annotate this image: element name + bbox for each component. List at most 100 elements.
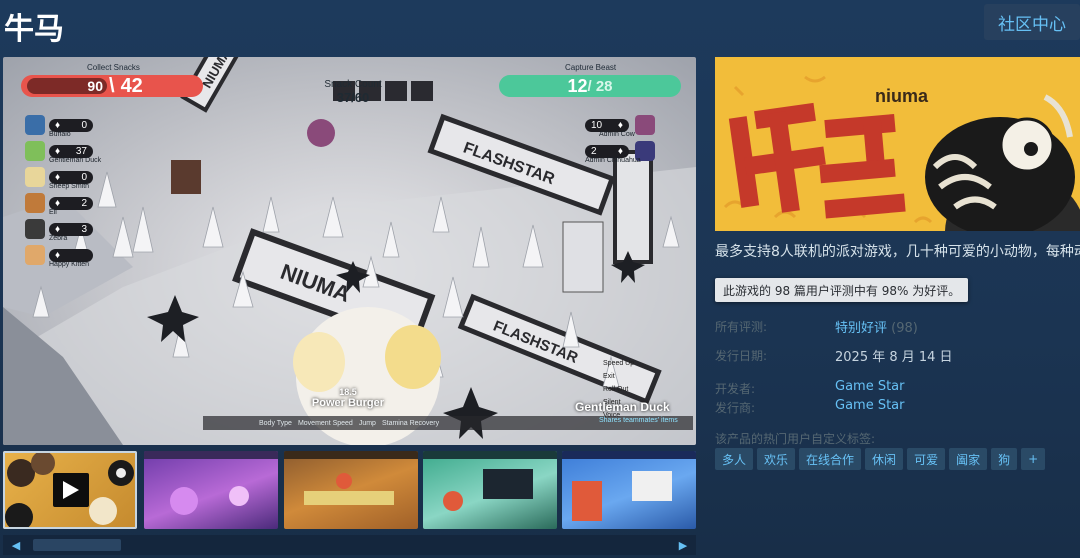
stat-jump: Jump [358,419,376,427]
thumbnail-strip [3,451,696,531]
player-icon: ♦ [55,197,61,209]
tag-dog[interactable]: 狗 [991,448,1018,470]
publisher-label: 发行商: [715,401,756,415]
review-tooltip: 此游戏的 98 篇用户评测中有 98% 为好评。 [715,278,969,302]
thumbnail-screenshot-2[interactable] [284,451,418,529]
scroll-right-arrow-icon[interactable]: ▶ [670,535,696,555]
tag-family[interactable]: 阖家 [949,448,988,470]
enemy-name: Admin Cow [599,130,635,138]
capsule-logo-text: niuma [875,86,929,106]
player-icon: ♦ [55,145,61,157]
thumb-2-art [284,451,418,505]
player-score: 37 [75,145,87,157]
enemy-list: 10 ♦ Admin Cow 2 ♦ Admin Chihuahua [585,112,659,164]
tag-casual[interactable]: 休闲 [865,448,904,470]
player-name: Eli [49,208,57,216]
reviews-summary: 特别好评 (98) [835,317,918,336]
enemy-score: 10 [591,119,603,131]
enemy-score: 2 [591,145,597,157]
character-caption: Gentleman Duck [575,400,670,414]
enemy-icon: ♦ [617,145,623,157]
player-score: 3 [81,223,87,235]
player-list: ♦ 0 Buffalo ♦ 37 Gentleman Duck ♦ 0 Sheep S… [25,112,101,268]
community-hub-button[interactable]: 社区中心 [984,4,1080,40]
publisher-link[interactable]: Game Star [835,398,905,413]
player-icon: ♦ [55,119,61,131]
hud-left-label: Collect Snacks [87,63,140,72]
thumbnail-screenshot-1[interactable] [144,451,278,529]
developer-link[interactable]: Game Star [835,379,905,394]
power-name: Power Burger [311,397,385,409]
scroll-left-arrow-icon[interactable]: ◀ [3,535,29,555]
enemy-name: Admin Chihuahua [585,156,641,164]
hud-left-small: 90 [27,78,107,94]
enemy-row: 2 ♦ Admin Chihuahua [585,138,659,164]
player-name: Buffalo [49,130,71,138]
thumbnail-video[interactable] [3,451,137,529]
main-screenshot[interactable]: NIUMA FLASHSTAR FLASHSTAR NIUMA Collect … [3,57,696,445]
reviews-label: 所有评测: [715,320,768,334]
player-icon: ♦ [55,171,61,183]
menu-roll-out: Roll Out [603,386,629,393]
thumbnail-screenshot-3[interactable] [423,451,557,529]
add-tag-button[interactable]: + [1021,448,1046,470]
hud-left-big: 42 [120,74,143,97]
tags-label: 该产品的热门用户自定义标签: [715,432,876,446]
snack-count: Snack Count 37/60 [317,79,389,105]
thumb-4-art [562,451,696,521]
player-avatar [25,167,45,187]
player-avatar [25,141,45,161]
hud-score-right: 12 / 28 [499,75,681,97]
thumbnail-scrollbar[interactable]: ◀ ▶ [3,535,696,555]
menu-speed-up: Speed Up [603,360,635,367]
developer-label: 开发者: [715,382,756,396]
player-row: ♦ 0 Sheep Smith [25,164,93,190]
enemy-row: 10 ♦ Admin Cow [585,112,659,138]
game-title: 牛马 [4,12,64,47]
game-description: 最多支持8人联机的派对游戏，几十种可爱的小动物，每种动物都有不同特性，可展开激烈… [715,244,1080,260]
player-icon: ♦ [55,249,61,261]
header-capsule-image: niuma [715,57,1080,231]
hud-right-total: / 28 [587,77,613,95]
tag-online-coop[interactable]: 在线合作 [799,448,862,470]
player-score: 0 [81,119,87,131]
tag-multiplayer[interactable]: 多人 [715,448,754,470]
scrollbar-thumb[interactable] [33,539,121,551]
power-caption: 18.5 Power Burger [303,387,393,409]
player-name: Zebra [49,234,68,242]
stat-movement-speed: Movement Speed [297,419,353,427]
menu-exit: Exit [603,373,615,380]
snack-count-value: 37/60 [336,90,370,105]
player-row: ♦ 0 Buffalo [25,112,93,138]
tag-list: 多人 欢乐 在线合作 休闲 可爱 阖家 狗 + [715,448,1046,470]
character-ability: Shares teammates' items [599,417,678,424]
release-date-value: 2025 年 8 月 14 日 [835,350,953,365]
player-icon: ♦ [55,223,61,235]
player-row: ♦ 2 Eli [25,190,93,216]
thumb-1-art [144,451,278,515]
power-value: 18.5 [339,387,357,397]
player-name: Happy Kitten [49,260,90,268]
player-score: 2 [81,197,87,209]
player-row: ♦ 37 Gentleman Duck [25,138,101,164]
tag-cute[interactable]: 可爱 [907,448,946,470]
release-date-label: 发行日期: [715,349,768,363]
tag-fun[interactable]: 欢乐 [757,448,796,470]
hud-right-value: 12 [567,75,588,96]
player-avatar [25,219,45,239]
player-name: Gentleman Duck [49,156,102,164]
stat-stamina: Stamina Recovery [381,419,440,427]
hud-score-left: 90 \ 42 [21,75,203,97]
snack-count-label: Snack Count [324,79,382,90]
player-score: 0 [81,171,87,183]
reviews-value-link[interactable]: 特别好评 [835,321,887,336]
player-avatar [25,245,45,265]
hud-divider: \ [109,74,115,97]
reviews-count: (98) [891,321,918,336]
capsule-art: niuma [715,57,1080,231]
hud-right-label: Capture Beast [565,63,617,72]
thumbnail-screenshot-4[interactable] [562,451,696,529]
enemy-icon: ♦ [617,119,623,131]
enemy-avatar [635,115,655,135]
thumb-3-art [423,451,557,511]
